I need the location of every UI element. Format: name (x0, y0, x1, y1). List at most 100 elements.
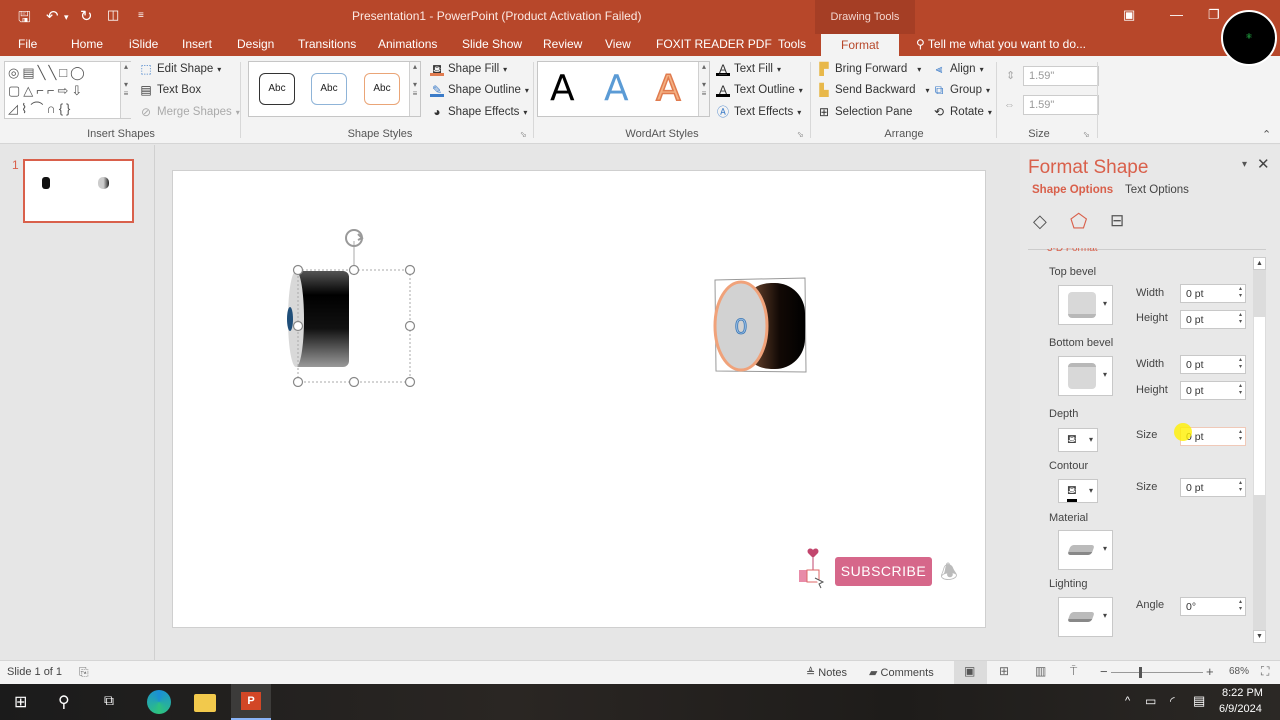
bell-icon[interactable]: 🕭 (940, 558, 958, 592)
slideshow-view-icon[interactable]: ⍑ (1070, 664, 1077, 679)
tab-slide-show[interactable]: Slide Show (462, 37, 522, 51)
close-pane-icon[interactable]: ✕ (1257, 155, 1270, 173)
undo-icon[interactable]: ↶ (46, 7, 59, 25)
tab-text-options[interactable]: Text Options (1125, 184, 1189, 196)
group-button[interactable]: ⧉ Group ▾ (932, 83, 990, 97)
powerpoint-taskbar-button[interactable]: P (231, 684, 271, 720)
ribbon-display-icon[interactable]: ▣ (1123, 7, 1135, 23)
text-box-button[interactable]: ▤ Text Box (139, 83, 201, 97)
slide-canvas[interactable]: 0 SUBSCRIBE 🕭 (172, 170, 986, 628)
zoom-slider-thumb[interactable] (1139, 667, 1142, 678)
tab-format[interactable]: Format (821, 34, 899, 56)
wordart-launcher-icon[interactable]: ⬂ (797, 130, 804, 139)
minimize-icon[interactable]: — (1170, 7, 1183, 22)
wifi-icon[interactable]: ◜ (1170, 694, 1175, 708)
notes-button[interactable]: ≜ Notes (806, 666, 847, 679)
text-fill-button[interactable]: A Text Fill ▾ (716, 62, 781, 76)
zoom-level[interactable]: 68% (1229, 666, 1249, 677)
collapse-ribbon-icon[interactable]: ⌃ (1262, 128, 1271, 141)
tab-tools[interactable]: Tools (778, 37, 806, 51)
battery-icon[interactable]: ▭ (1145, 694, 1156, 708)
selection-pane-button[interactable]: ⊞ Selection Pane (817, 105, 912, 119)
section-header-3d-format[interactable]: 3-D Format (1047, 248, 1098, 254)
wordart-style-2[interactable]: A (604, 68, 629, 109)
redo-icon[interactable]: ↻ (80, 7, 93, 25)
wordart-style-3[interactable]: A (655, 67, 681, 110)
scroll-up-button[interactable]: ▲ (1253, 257, 1266, 270)
cylinder-shape-2[interactable]: 0 (713, 277, 809, 377)
notification-icon[interactable]: ▤ (1193, 693, 1205, 709)
tab-review[interactable]: Review (543, 37, 582, 51)
fit-slide-icon[interactable]: ⛶ (1261, 664, 1269, 679)
pane-options-icon[interactable]: ▾ (1242, 159, 1247, 170)
lighting-dropdown[interactable]: ▾ (1058, 597, 1113, 637)
size-properties-icon[interactable]: ⊟ (1110, 211, 1124, 231)
scroll-down-button[interactable]: ▼ (1253, 630, 1266, 643)
scroll-thumb[interactable] (1254, 317, 1265, 495)
tab-view[interactable]: View (605, 37, 631, 51)
tab-shape-options[interactable]: Shape Options (1032, 184, 1113, 196)
wordart-style-1[interactable]: A (550, 68, 575, 109)
shape-style-3[interactable]: Abc (364, 73, 400, 105)
customize-icon[interactable]: ≡ (138, 10, 144, 21)
top-bevel-width-input[interactable]: 0 pt ▴ ▾ (1180, 284, 1246, 303)
material-dropdown[interactable]: ▾ (1058, 530, 1113, 570)
shape-outline-button[interactable]: ✎ Shape Outline ▾ (430, 83, 529, 97)
bottom-bevel-height-input[interactable]: 0 pt ▴ ▾ (1180, 381, 1246, 400)
tell-me-search[interactable]: ⚲ Tell me what you want to do... (916, 37, 1086, 51)
size-launcher-icon[interactable]: ⬂ (1083, 130, 1090, 139)
shape-fill-button[interactable]: ⛾ Shape Fill ▾ (430, 62, 507, 76)
shape-style-2[interactable]: Abc (311, 73, 347, 105)
show-hidden-icons[interactable]: ^ (1125, 695, 1130, 707)
contour-color-dropdown[interactable]: ⛾ ▾ (1058, 479, 1098, 503)
subscribe-button[interactable]: SUBSCRIBE (835, 557, 932, 586)
save-icon[interactable]: 🖫 (18, 7, 31, 32)
zoom-slider-track[interactable] (1111, 672, 1203, 673)
file-explorer-icon[interactable] (194, 694, 216, 712)
selected-cylinder-shape[interactable] (278, 227, 428, 387)
edit-shape-button[interactable]: ⬚ Edit Shape ▾ (139, 62, 221, 76)
slide-thumbnail[interactable] (23, 159, 134, 223)
wordart-gallery[interactable]: A A A ▴ ▾ ≡ (537, 61, 710, 117)
present-icon[interactable]: ◫ (107, 7, 119, 23)
restore-icon[interactable]: ❐ (1208, 7, 1220, 23)
effects-pentagon-icon[interactable]: ⬠ (1070, 209, 1087, 234)
clock-time[interactable]: 8:22 PM (1222, 687, 1263, 699)
tab-transitions[interactable]: Transitions (298, 37, 356, 51)
send-backward-button[interactable]: ▙ Send Backward ▾ (817, 83, 929, 97)
top-bevel-dropdown[interactable]: ▾ (1058, 285, 1113, 325)
bottom-bevel-dropdown[interactable]: ▾ (1058, 356, 1113, 396)
shape-styles-scroll[interactable]: ▴ ▾ ≡ (409, 62, 420, 116)
reading-view-icon[interactable]: ▥ (1035, 664, 1046, 678)
tab-file[interactable]: File (18, 37, 37, 51)
spell-check-icon[interactable]: ⎘ (79, 665, 89, 680)
windows-start-icon[interactable]: ⊞ (14, 692, 27, 712)
tab-islide[interactable]: iSlide (129, 37, 158, 51)
rotate-button[interactable]: ⟲ Rotate ▾ (932, 105, 992, 119)
shape-styles-launcher-icon[interactable]: ⬂ (520, 130, 527, 139)
shape-styles-gallery[interactable]: Abc Abc Abc ▴ ▾ ≡ (248, 61, 421, 117)
shape-style-1[interactable]: Abc (259, 73, 295, 105)
tab-insert[interactable]: Insert (182, 37, 212, 51)
shapes-gallery-scroll[interactable]: ▴ ▾ ≡ (120, 62, 131, 118)
top-bevel-height-input[interactable]: 0 pt ▴ ▾ (1180, 310, 1246, 329)
undo-dropdown-icon[interactable]: ▾ (64, 12, 69, 23)
comments-button[interactable]: ▰ Comments (869, 666, 934, 679)
text-effects-button[interactable]: Ⓐ Text Effects ▾ (716, 105, 801, 119)
edge-browser-icon[interactable] (147, 690, 171, 714)
shapes-gallery-items[interactable]: ◎▤╲╲□◯ ▢△⌐⌐⇨⇩ ◿⌇⌒∩{} (8, 64, 120, 118)
slide-sorter-icon[interactable]: ⊞ (999, 664, 1009, 678)
zoom-out-button[interactable]: − (1100, 664, 1108, 679)
align-button[interactable]: ⫷ Align ▾ (932, 62, 984, 76)
merge-shapes-button[interactable]: ⊘ Merge Shapes ▾ (139, 105, 240, 119)
text-outline-button[interactable]: A Text Outline ▾ (716, 83, 803, 97)
wordart-scroll[interactable]: ▴ ▾ ≡ (698, 62, 709, 116)
tab-foxit[interactable]: FOXIT READER PDF (656, 37, 772, 51)
task-view-icon[interactable]: ⧉ (104, 692, 114, 709)
zoom-in-button[interactable]: + (1206, 664, 1214, 679)
shape-effects-button[interactable]: ◕ Shape Effects ▾ (430, 105, 527, 119)
search-icon[interactable]: ⚲ (58, 692, 70, 712)
normal-view-button[interactable]: ▣ (954, 661, 987, 684)
tab-home[interactable]: Home (71, 37, 103, 51)
pane-scrollbar[interactable]: ▲ ▼ (1253, 257, 1266, 643)
